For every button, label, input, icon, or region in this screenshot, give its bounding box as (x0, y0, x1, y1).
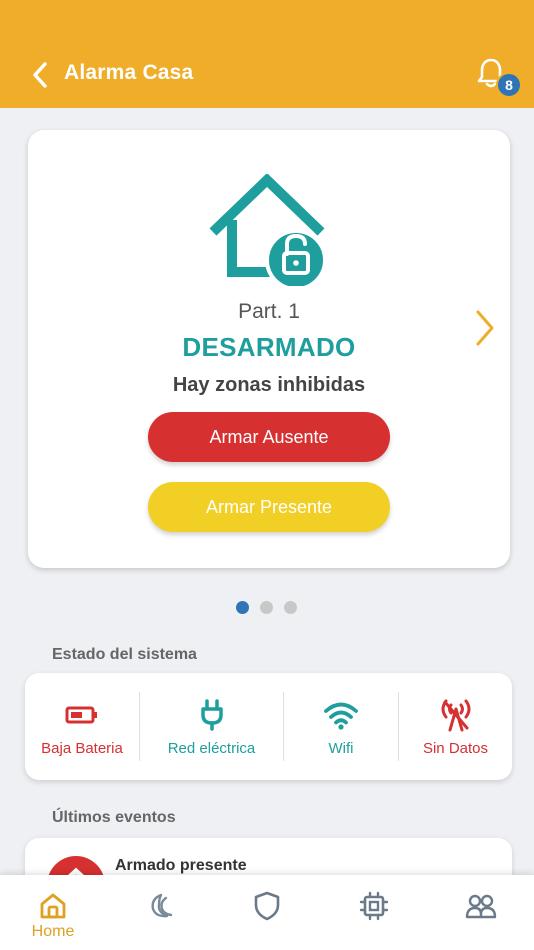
moon-icon (145, 891, 175, 921)
shield-icon (254, 891, 280, 921)
bottom-nav: Home (0, 875, 534, 950)
page-title: Alarma Casa (64, 61, 194, 84)
house-unlocked-icon (208, 173, 330, 291)
partition-label: Part. 1 (238, 300, 300, 323)
back-button[interactable] (28, 60, 52, 90)
wifi-icon (323, 698, 359, 732)
battery-low-icon (65, 698, 99, 732)
system-status-card: Baja Bateria Red eléctrica Wifi Sin Dato… (25, 673, 512, 780)
status-label: Sin Datos (422, 740, 489, 757)
zones-message: Hay zonas inhibidas (172, 374, 366, 396)
status-item-battery[interactable]: Baja Bateria (25, 673, 139, 780)
events-title: Últimos eventos (52, 809, 176, 826)
partition-card: Part. 1 DESARMADO Hay zonas inhibidas Ar… (28, 130, 510, 568)
pager-dot[interactable] (284, 601, 297, 614)
notification-count-badge: 8 (496, 72, 522, 98)
system-status-title: Estado del sistema (52, 646, 197, 663)
chip-icon (359, 891, 389, 921)
home-icon (39, 891, 67, 921)
nav-security[interactable] (214, 875, 320, 950)
pager-dot[interactable] (236, 601, 249, 614)
nav-home[interactable]: Home (0, 875, 106, 950)
event-title: Armado presente (115, 857, 247, 874)
no-signal-icon (440, 698, 472, 732)
status-item-wifi[interactable]: Wifi (284, 673, 398, 780)
chevron-right-icon (476, 310, 494, 346)
users-icon (465, 891, 497, 921)
nav-label: Home (31, 923, 75, 940)
status-item-data[interactable]: Sin Datos (399, 673, 512, 780)
next-partition-button[interactable] (472, 308, 498, 348)
alarm-state: DESARMADO (182, 332, 356, 362)
nav-users[interactable] (428, 875, 534, 950)
plug-icon (200, 698, 224, 732)
arm-away-button[interactable]: Armar Ausente (148, 412, 390, 462)
pager-dots (236, 601, 297, 614)
nav-night[interactable] (107, 875, 213, 950)
nav-devices[interactable] (321, 875, 427, 950)
status-label: Red eléctrica (167, 740, 256, 757)
chevron-left-icon (33, 62, 47, 88)
status-label: Wifi (328, 740, 354, 757)
status-label: Baja Bateria (41, 740, 123, 757)
pager-dot[interactable] (260, 601, 273, 614)
arm-home-button[interactable]: Armar Presente (148, 482, 390, 532)
app-header: Alarma Casa 8 (0, 0, 534, 108)
status-item-power[interactable]: Red eléctrica (140, 673, 283, 780)
